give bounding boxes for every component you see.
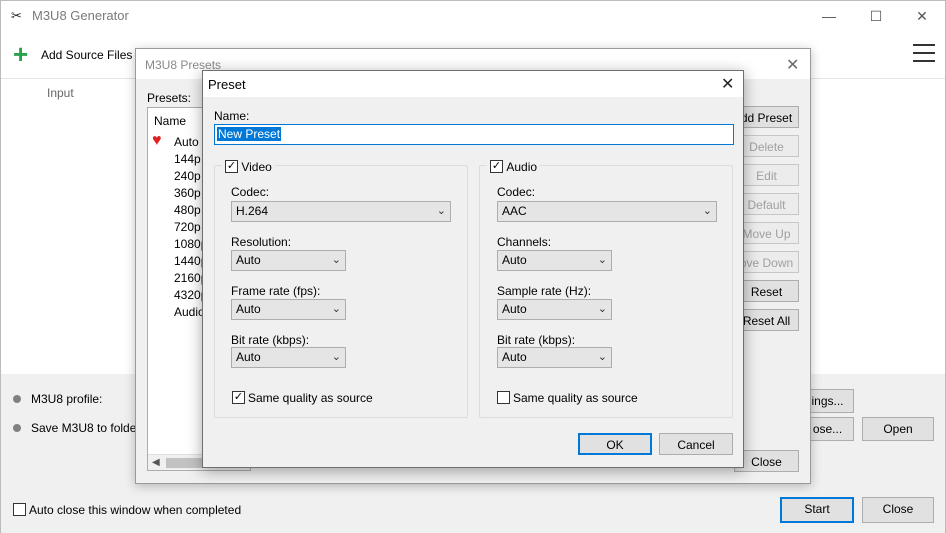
presets-list-label: Presets:: [147, 91, 192, 105]
auto-close-label: Auto close this window when completed: [29, 503, 242, 517]
list-item[interactable]: 144p: [174, 152, 201, 166]
auto-close-checkbox[interactable]: [13, 503, 26, 516]
resolution-select[interactable]: Auto ⌄: [231, 250, 346, 271]
start-button[interactable]: Start: [780, 497, 854, 523]
cancel-button[interactable]: Cancel: [659, 433, 733, 455]
status-dot-icon: [13, 424, 21, 432]
video-label: Video: [241, 159, 272, 174]
video-checkbox[interactable]: ✓: [225, 160, 238, 174]
video-codec-value: H.264: [236, 204, 269, 218]
profile-label: M3U8 profile:: [31, 392, 103, 406]
heart-icon: ♥: [152, 132, 162, 149]
chevron-down-icon: ⌄: [597, 351, 607, 363]
video-bitrate-select[interactable]: Auto ⌄: [231, 347, 346, 368]
scissors-icon: ✂: [11, 8, 22, 23]
samplerate-value: Auto: [502, 302, 527, 316]
list-item[interactable]: 360p: [174, 186, 201, 200]
close-icon[interactable]: ✕: [721, 74, 734, 94]
list-item[interactable]: Audio: [174, 305, 205, 319]
preset-dialog: Preset ✕ Name: New Preset ✓ Video Codec:…: [202, 70, 744, 468]
chevron-down-icon: ⌄: [702, 205, 712, 217]
chevron-down-icon: ⌄: [331, 254, 341, 266]
video-same-quality-checkbox[interactable]: ✓: [232, 391, 245, 404]
channels-value: Auto: [502, 253, 527, 267]
hamburger-menu-icon[interactable]: [913, 44, 935, 68]
chevron-down-icon: ⌄: [436, 205, 446, 217]
close-icon[interactable]: ✕: [786, 55, 799, 75]
framerate-label: Frame rate (fps):: [231, 284, 321, 298]
maximize-icon[interactable]: ☐: [853, 1, 899, 31]
samplerate-label: Sample rate (Hz):: [497, 284, 592, 298]
chevron-down-icon: ⌄: [597, 303, 607, 315]
audio-codec-value: AAC: [502, 204, 527, 218]
video-group-header: ✓ Video: [222, 159, 275, 174]
video-codec-label: Codec:: [231, 185, 270, 199]
framerate-select[interactable]: Auto ⌄: [231, 299, 346, 320]
audio-group-header: ✓ Audio: [487, 159, 541, 174]
audio-bitrate-select[interactable]: Auto ⌄: [497, 347, 612, 368]
list-item[interactable]: 480p: [174, 203, 201, 217]
main-titlebar: ✂ M3U8 Generator — ☐ ✕: [1, 1, 945, 31]
add-source-files-button[interactable]: Add Source Files: [41, 48, 132, 62]
minimize-icon[interactable]: —: [806, 1, 852, 31]
audio-same-quality-checkbox[interactable]: [497, 391, 510, 404]
chevron-down-icon: ⌄: [331, 351, 341, 363]
resolution-value: Auto: [236, 253, 261, 267]
list-item[interactable]: 240p: [174, 169, 201, 183]
audio-bitrate-label: Bit rate (kbps):: [497, 333, 576, 347]
close-main-button[interactable]: Close: [862, 497, 934, 523]
audio-bitrate-value: Auto: [502, 350, 527, 364]
list-item[interactable]: Auto: [174, 135, 199, 149]
close-icon[interactable]: ✕: [899, 1, 945, 31]
list-item[interactable]: 720p: [174, 220, 201, 234]
name-input[interactable]: New Preset: [214, 124, 734, 145]
audio-same-quality-label: Same quality as source: [513, 391, 638, 405]
video-same-quality-label: Same quality as source: [248, 391, 373, 405]
video-bitrate-label: Bit rate (kbps):: [231, 333, 310, 347]
window-title: M3U8 Generator: [32, 8, 129, 23]
plus-icon[interactable]: +: [13, 41, 28, 67]
column-header-input[interactable]: Input: [47, 86, 74, 100]
name-label: Name:: [214, 109, 250, 123]
open-folder-button[interactable]: Open: [862, 417, 934, 441]
preset-dialog-title: Preset: [208, 77, 246, 92]
chevron-down-icon: ⌄: [331, 303, 341, 315]
audio-label: Audio: [506, 159, 538, 174]
save-folder-label: Save M3U8 to folder:: [31, 421, 144, 435]
video-codec-select[interactable]: H.264 ⌄: [231, 201, 451, 222]
channels-select[interactable]: Auto ⌄: [497, 250, 612, 271]
resolution-label: Resolution:: [231, 235, 292, 249]
scroll-left-icon[interactable]: ◀: [152, 457, 160, 468]
channels-label: Channels:: [497, 235, 552, 249]
audio-codec-select[interactable]: AAC ⌄: [497, 201, 717, 222]
samplerate-select[interactable]: Auto ⌄: [497, 299, 612, 320]
list-header-name[interactable]: Name: [154, 114, 186, 128]
video-bitrate-value: Auto: [236, 350, 261, 364]
audio-checkbox[interactable]: ✓: [490, 160, 503, 174]
framerate-value: Auto: [236, 302, 261, 316]
name-input-value[interactable]: New Preset: [217, 127, 282, 141]
status-dot-icon: [13, 395, 21, 403]
ok-button[interactable]: OK: [578, 433, 652, 455]
preset-titlebar: Preset ✕: [203, 71, 743, 97]
audio-codec-label: Codec:: [497, 185, 536, 199]
chevron-down-icon: ⌄: [597, 254, 607, 266]
